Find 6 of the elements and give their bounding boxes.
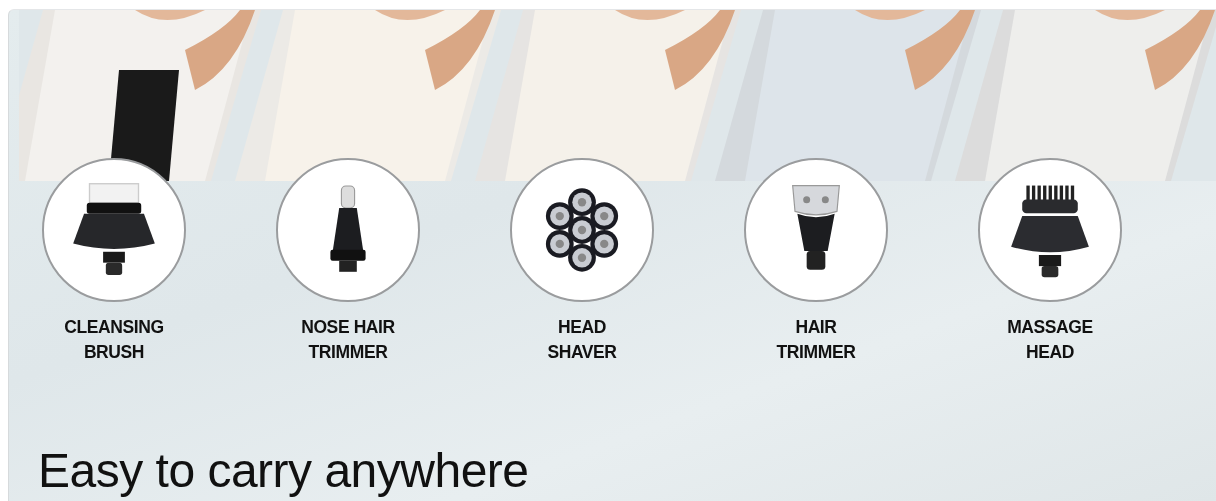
heading: Easy to carry anywhere xyxy=(38,445,530,497)
attachment-label: HAIR TRIMMER xyxy=(776,316,856,364)
attachment-label: MASSAGE HEAD xyxy=(1007,316,1093,364)
attachment-label: HEAD SHAVER xyxy=(547,316,617,364)
attachment-label: NOSE HAIR TRIMMER xyxy=(301,316,395,364)
attachment-label: CLEANSING BRUSH xyxy=(64,316,164,364)
